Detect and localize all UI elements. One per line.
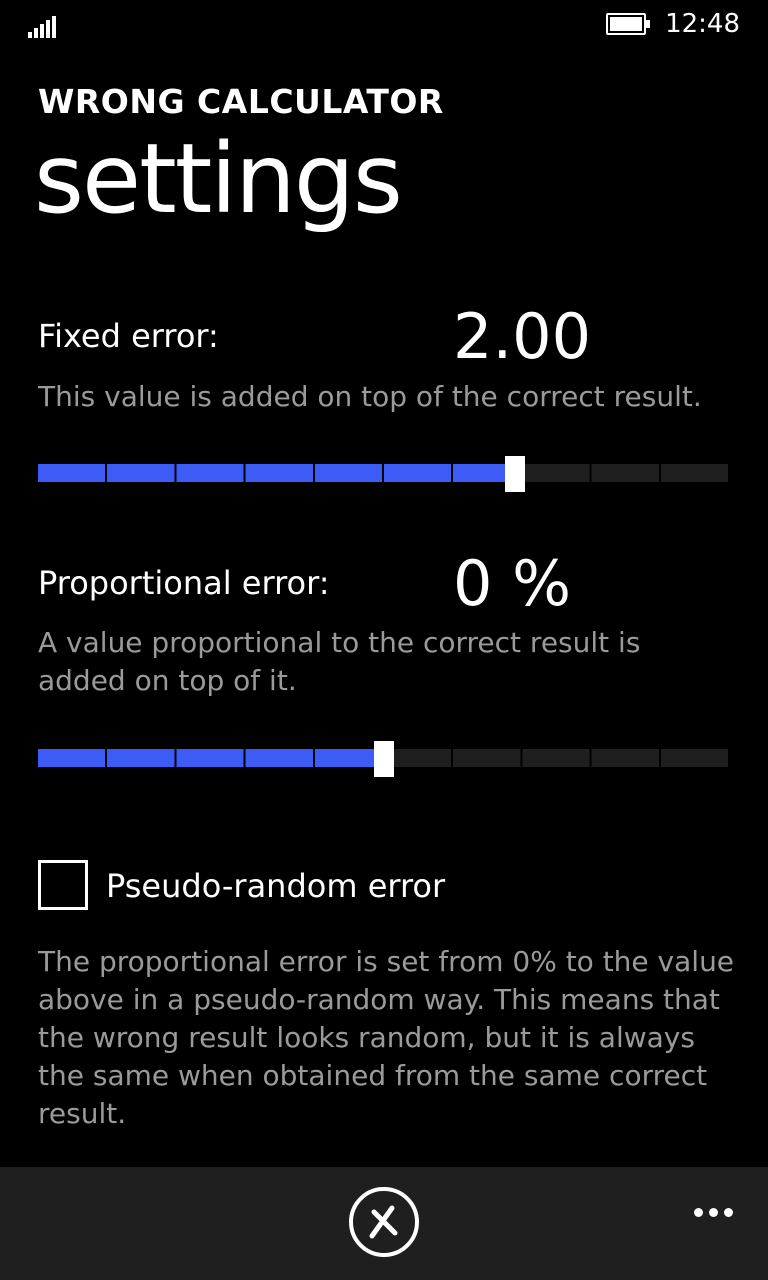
slider-thumb[interactable] [374,741,394,777]
signal-strength-icon [28,12,64,38]
proportional-error-label: Proportional error: [38,564,330,602]
pseudo-random-description: The proportional error is set from 0% to… [38,945,735,1130]
slider-fill [38,464,515,482]
slider-fill [38,749,384,767]
slider-thumb[interactable] [505,456,525,492]
proportional-error-description: A value proportional to the correct resu… [38,626,641,697]
pseudo-random-checkbox[interactable] [38,860,88,910]
fixed-error-slider[interactable] [38,456,730,492]
pseudo-random-label[interactable]: Pseudo-random error [106,866,445,906]
more-options-button[interactable] [686,1198,740,1228]
more-dots-icon [694,1208,703,1217]
cancel-icon [349,1187,419,1257]
battery-icon [606,13,650,35]
fixed-error-description: This value is added on top of the correc… [38,380,702,413]
fixed-error-value: 2.00 [453,300,592,373]
page-title: settings [34,123,403,235]
status-time: 12:48 [665,9,740,39]
proportional-error-slider[interactable] [38,741,730,777]
app-title: WRONG CALCULATOR [38,82,444,121]
cancel-button[interactable] [348,1186,420,1258]
proportional-error-value: 0 % [453,547,572,620]
fixed-error-label: Fixed error: [38,317,219,355]
